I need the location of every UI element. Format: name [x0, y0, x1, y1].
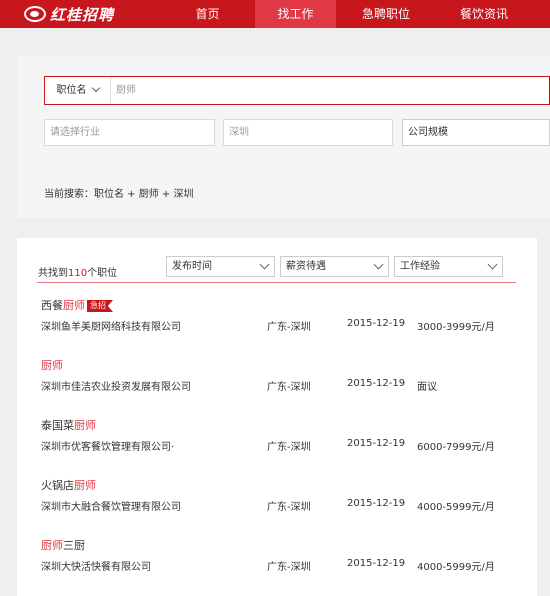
logo-text: 红桂招聘 — [50, 5, 115, 24]
job-company[interactable]: 深圳市大融合餐饮管理有限公司 — [41, 498, 181, 513]
current-search-terms: 职位名 + 厨师 + 深圳 — [94, 189, 194, 200]
keyword-type-select[interactable]: 职位名 — [45, 77, 111, 104]
site-header: 红桂招聘 首页 找工作 急聘职位 餐饮资讯 — [0, 0, 550, 28]
job-salary: 4000-5999元/月 — [417, 562, 495, 573]
nav-item-home[interactable]: 首页 — [160, 0, 255, 28]
urgent-badge: 急招 — [87, 300, 113, 312]
job-location: 广东-深圳 — [267, 322, 311, 333]
job-location: 广东-深圳 — [267, 502, 311, 513]
result-count-number: 110 — [68, 268, 88, 279]
job-company[interactable]: 深圳市优客餐饮管理有限公司· — [41, 438, 174, 453]
result-count-prefix: 共找到 — [38, 268, 68, 279]
job-title-highlight: 厨师 — [63, 299, 85, 312]
divider — [37, 282, 516, 283]
job-list-item[interactable]: 火锅店厨师 深圳市大融合餐饮管理有限公司 广东-深圳 2015-12-19 40… — [41, 477, 521, 517]
job-list-item[interactable]: 厨师三厨 深圳大快活快餐有限公司 广东-深圳 2015-12-19 4000-5… — [41, 537, 521, 577]
job-title-highlight: 厨师 — [74, 479, 96, 492]
job-date: 2015-12-19 — [347, 318, 406, 329]
job-list-item[interactable]: 泰国菜厨师 深圳市优客餐饮管理有限公司· 广东-深圳 2015-12-19 60… — [41, 417, 521, 457]
job-title-highlight: 厨师 — [41, 359, 63, 372]
job-title-highlight: 厨师 — [74, 419, 96, 432]
chevron-down-icon — [487, 259, 498, 270]
job-salary: 4000-5999元/月 — [417, 502, 495, 513]
filter-experience-label: 工作经验 — [400, 261, 440, 272]
job-title[interactable]: 厨师三厨 — [41, 537, 85, 553]
job-date: 2015-12-19 — [347, 558, 406, 569]
job-title-suffix: 三厨 — [63, 539, 85, 552]
job-title-prefix: 火锅店 — [41, 479, 74, 492]
filter-salary-label: 薪资待遇 — [286, 261, 326, 272]
job-title-prefix: 泰国菜 — [41, 419, 74, 432]
job-list-item[interactable]: 西餐厨师 急招 深圳鱼羊美厨网络科技有限公司 广东-深圳 2015-12-19 3… — [41, 297, 521, 337]
keyword-input[interactable] — [111, 77, 536, 104]
job-company[interactable]: 深圳鱼羊美厨网络科技有限公司 — [41, 318, 181, 333]
nav-item-news[interactable]: 餐饮资讯 — [436, 0, 532, 28]
job-date: 2015-12-19 — [347, 378, 406, 389]
company-size-select[interactable]: 公司规模 — [402, 119, 550, 146]
job-date: 2015-12-19 — [347, 438, 406, 449]
chevron-down-icon — [373, 259, 384, 270]
nav-item-urgent-jobs[interactable]: 急聘职位 — [336, 0, 436, 28]
job-company[interactable]: 深圳市佳洁农业投资发展有限公司 — [41, 378, 191, 393]
result-count-suffix: 个职位 — [87, 268, 118, 279]
filter-experience[interactable]: 工作经验 — [394, 256, 503, 277]
job-salary: 6000-7999元/月 — [417, 442, 495, 453]
site-logo[interactable]: 红桂招聘 — [24, 4, 114, 24]
industry-select[interactable]: 请选择行业 — [44, 119, 215, 146]
filter-publish-time-label: 发布时间 — [172, 261, 212, 272]
nav-item-find-jobs[interactable]: 找工作 — [255, 0, 336, 28]
current-search-label: 当前搜索： — [44, 189, 94, 200]
chevron-down-icon — [91, 83, 100, 93]
keyword-type-label: 职位名 — [56, 85, 87, 96]
result-count: 共找到110个职位 — [38, 264, 117, 279]
job-salary: 面议 — [417, 382, 437, 393]
job-location: 广东-深圳 — [267, 442, 311, 453]
chevron-down-icon — [259, 259, 270, 270]
search-panel: 职位名 请选择行业 深圳 公司规模 当前搜索：职位名 + 厨师 + 深圳 — [17, 56, 550, 218]
job-list-item[interactable]: 厨师 深圳市佳洁农业投资发展有限公司 广东-深圳 2015-12-19 面议 — [41, 357, 521, 397]
job-title[interactable]: 西餐厨师 急招 — [41, 297, 113, 313]
main-nav: 首页 找工作 急聘职位 餐饮资讯 — [160, 0, 532, 28]
job-company[interactable]: 深圳大快活快餐有限公司 — [41, 558, 151, 573]
current-search: 当前搜索：职位名 + 厨师 + 深圳 — [44, 185, 193, 200]
job-title[interactable]: 厨师 — [41, 357, 63, 373]
job-date: 2015-12-19 — [347, 498, 406, 509]
job-title-highlight: 厨师 — [41, 539, 63, 552]
city-select[interactable]: 深圳 — [223, 119, 393, 146]
filter-salary[interactable]: 薪资待遇 — [280, 256, 389, 277]
job-title-prefix: 西餐 — [41, 299, 63, 312]
job-location: 广东-深圳 — [267, 382, 311, 393]
filter-publish-time[interactable]: 发布时间 — [166, 256, 275, 277]
keyword-search-box: 职位名 — [44, 76, 550, 105]
job-location: 广东-深圳 — [267, 562, 311, 573]
job-title[interactable]: 火锅店厨师 — [41, 477, 96, 493]
logo-icon — [24, 6, 46, 22]
job-salary: 3000-3999元/月 — [417, 322, 495, 333]
results-panel: 共找到110个职位 发布时间 薪资待遇 工作经验 西餐厨师 急招 深圳鱼羊美厨网络… — [17, 238, 537, 596]
job-title[interactable]: 泰国菜厨师 — [41, 417, 96, 433]
